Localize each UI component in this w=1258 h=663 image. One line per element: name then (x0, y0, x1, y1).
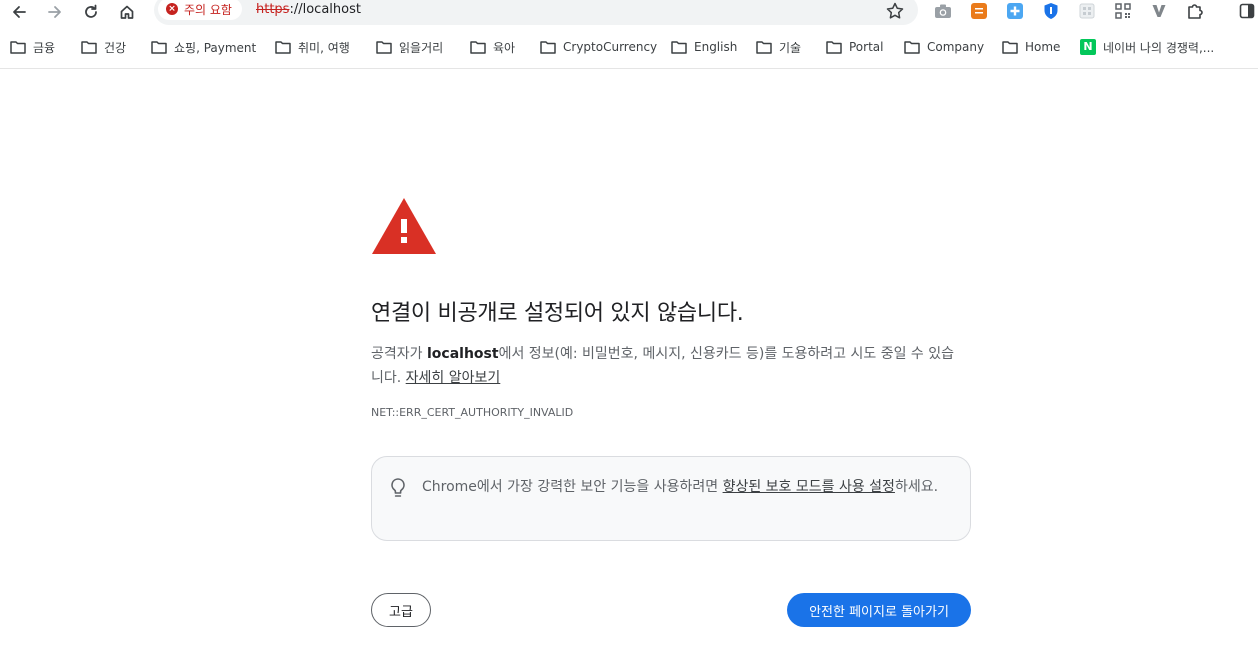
bookmark-naver[interactable]: N 네이버 나의 경쟁력,... (1080, 38, 1214, 56)
bookmark-label: 금융 (33, 40, 56, 55)
bookmark-folder[interactable]: 건강 (81, 38, 126, 56)
bookmark-label: 육아 (493, 40, 516, 55)
tip-suffix: 하세요. (894, 479, 939, 495)
bookmark-folder[interactable]: 기술 (756, 38, 801, 56)
folder-icon (470, 41, 486, 54)
star-icon (886, 2, 904, 19)
arrow-left-icon (13, 6, 26, 18)
extensions-menu-button[interactable] (1186, 2, 1204, 20)
bookmark-label: CryptoCurrency (563, 40, 658, 54)
folder-icon (540, 41, 556, 54)
desc-host: localhost (426, 346, 499, 362)
enhanced-protection-link[interactable]: 향상된 보호 모드를 사용 설정 (723, 479, 895, 495)
qr-code-icon (1115, 3, 1131, 19)
bookmark-folder[interactable]: Portal (826, 38, 883, 56)
extension-shield[interactable] (1042, 2, 1060, 20)
bookmark-label: 네이버 나의 경쟁력,... (1103, 40, 1215, 55)
grid-icon (1079, 3, 1095, 19)
folder-icon (10, 41, 26, 54)
extension-v[interactable] (1150, 2, 1168, 20)
address-bar[interactable]: × 주의 요함 https://localhost (154, 0, 918, 25)
desc-prefix: 공격자가 (371, 346, 427, 362)
bookmark-folder[interactable]: 취미, 여행 (275, 38, 350, 56)
bookmark-folder[interactable]: Company (904, 38, 984, 56)
bookmark-label: 건강 (104, 40, 127, 55)
extension-camera[interactable] (934, 2, 952, 20)
bookmark-label: Portal (849, 40, 884, 54)
bookmark-folder[interactable]: 금융 (10, 38, 55, 56)
puzzle-piece-icon (1188, 4, 1203, 19)
bookmark-star-button[interactable] (885, 1, 905, 21)
bookmark-label: 쇼핑, Payment (174, 40, 257, 55)
folder-icon (1002, 41, 1018, 54)
reload-button[interactable] (79, 1, 103, 23)
home-button[interactable] (115, 1, 139, 23)
url-text[interactable]: https://localhost (256, 2, 361, 17)
extension-grid[interactable] (1078, 2, 1096, 20)
folder-icon (275, 41, 291, 54)
bookmark-label: 기술 (779, 40, 802, 55)
forward-button[interactable] (43, 1, 67, 23)
side-panel-icon (1239, 3, 1255, 19)
side-panel-button[interactable] (1238, 2, 1256, 20)
bookmark-label: Home (1025, 40, 1061, 54)
arrow-right-icon (48, 6, 61, 18)
bookmark-label: 읽을거리 (399, 40, 444, 55)
bookmark-folder[interactable]: 육아 (470, 38, 515, 56)
lightbulb-icon (391, 478, 405, 497)
v-extension-icon (1152, 5, 1166, 17)
bookmark-label: English (694, 40, 738, 54)
reload-icon (85, 4, 97, 18)
folder-icon (671, 41, 687, 54)
folder-icon (826, 41, 842, 54)
tip-prefix: Chrome에서 가장 강력한 보안 기능을 사용하려면 (422, 479, 723, 495)
camera-icon (935, 4, 951, 18)
tip-text: Chrome에서 가장 강력한 보안 기능을 사용하려면 향상된 보호 모드를 … (422, 476, 962, 499)
bookmark-folder[interactable]: Home (1002, 38, 1060, 56)
toolbar-divider (0, 68, 1258, 69)
folder-icon (376, 41, 392, 54)
enhanced-protection-tip: Chrome에서 가장 강력한 보안 기능을 사용하려면 향상된 보호 모드를 … (371, 456, 971, 541)
error-code: NET::ERR_CERT_AUTHORITY_INVALID (371, 406, 574, 419)
url-host: ://localhost (289, 2, 361, 17)
back-button[interactable] (7, 1, 31, 23)
plus-extension-icon (1007, 3, 1023, 19)
folder-icon (904, 41, 920, 54)
warning-triangle-icon (372, 198, 436, 254)
bookmark-folder[interactable]: CryptoCurrency (540, 38, 657, 56)
home-icon (120, 5, 134, 19)
bookmarks-bar: 금융 건강 쇼핑, Payment 취미, 여행 읽을거리 육아 CryptoC… (0, 34, 1258, 60)
bookmark-folder[interactable]: 쇼핑, Payment (151, 38, 256, 56)
advanced-button[interactable]: 고급 (371, 593, 431, 627)
bookmark-folder[interactable]: English (671, 38, 737, 56)
folder-icon (151, 41, 167, 54)
shield-icon (1044, 3, 1058, 19)
folder-icon (81, 41, 97, 54)
naver-icon: N (1080, 39, 1096, 55)
browser-toolbar: × 주의 요함 https://localhost (0, 0, 1258, 25)
not-secure-icon: × (166, 3, 178, 15)
security-chip[interactable]: × 주의 요함 (158, 0, 242, 20)
security-chip-label: 주의 요함 (184, 2, 232, 17)
extension-plus[interactable] (1006, 2, 1024, 20)
folder-icon (756, 41, 772, 54)
bookmark-folder[interactable]: 읽을거리 (376, 38, 443, 56)
url-scheme: https (256, 2, 290, 17)
extension-ex[interactable] (970, 2, 988, 20)
bookmark-label: 취미, 여행 (298, 40, 350, 55)
learn-more-link[interactable]: 자세히 알아보기 (406, 370, 501, 386)
error-description: 공격자가 localhost에서 정보(예: 비밀번호, 메시지, 신용카드 등… (371, 342, 961, 390)
ex-extension-icon (971, 3, 987, 19)
extension-qr[interactable] (1114, 2, 1132, 20)
bookmark-label: Company (927, 40, 985, 54)
back-to-safety-button[interactable]: 안전한 페이지로 돌아가기 (787, 593, 971, 627)
page-title: 연결이 비공개로 설정되어 있지 않습니다. (371, 301, 744, 326)
